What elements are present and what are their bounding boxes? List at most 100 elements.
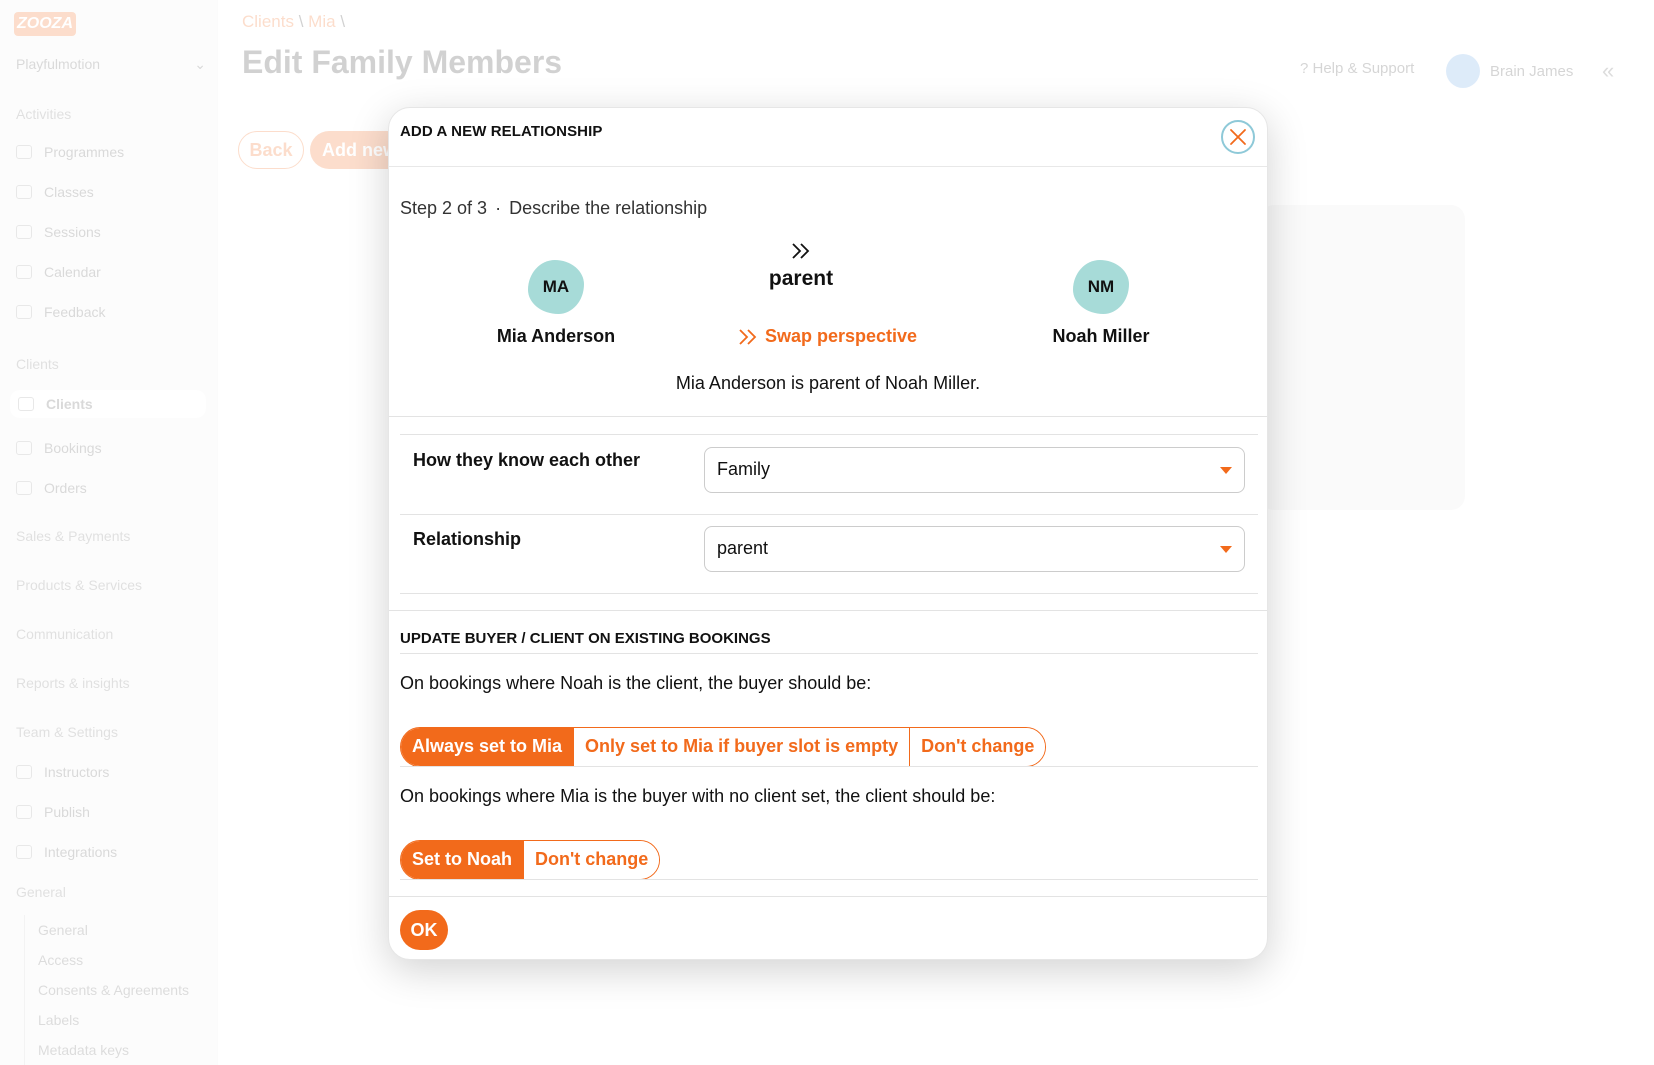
- sidebar-item-programmes[interactable]: Programmes: [16, 144, 124, 160]
- relationship-value: parent: [717, 538, 769, 558]
- step-count: Step 2 of 3: [400, 198, 488, 218]
- client-dont-change-option[interactable]: Don't change: [524, 841, 660, 879]
- how-they-know-label: How they know each other: [413, 450, 641, 470]
- background-card: [1260, 205, 1465, 510]
- back-button[interactable]: Back: [238, 131, 304, 169]
- sidebar-sub-consents[interactable]: Consents & Agreements: [38, 982, 189, 998]
- relationship-label: Relationship: [413, 529, 522, 549]
- buyer-question: On bookings where Noah is the client, th…: [400, 673, 872, 693]
- nav-section-activities: Activities: [16, 106, 72, 122]
- sidebar-item-integrations[interactable]: Integrations: [16, 844, 117, 860]
- avatar: [1446, 54, 1480, 88]
- app-logo: ZOOZA: [14, 12, 76, 36]
- how-they-know-value: Family: [717, 459, 770, 479]
- calendar-icon: [16, 265, 32, 279]
- relationship-display: parent: [676, 242, 926, 291]
- sidebar-sub-general[interactable]: General: [38, 922, 88, 938]
- sessions-icon: [16, 225, 32, 239]
- ok-button[interactable]: OK: [400, 910, 448, 950]
- double-chevron-right-icon: [676, 242, 926, 265]
- step-description: Describe the relationship: [509, 198, 708, 218]
- sidebar-sub-labels[interactable]: Labels: [38, 1012, 79, 1028]
- link-icon: [16, 845, 32, 859]
- breadcrumb-clients[interactable]: Clients: [242, 12, 294, 31]
- sidebar-sub-access[interactable]: Access: [38, 952, 83, 968]
- user-name: Brain James: [1490, 62, 1574, 80]
- folder-icon: [16, 185, 32, 199]
- nav-section-reports[interactable]: Reports & insights: [16, 675, 130, 691]
- divider: [400, 514, 1258, 515]
- caret-down-icon: [1220, 546, 1232, 553]
- swap-perspective-label: Swap perspective: [765, 326, 918, 346]
- programmes-icon: [16, 145, 32, 159]
- buyer-dont-change-option[interactable]: Don't change: [910, 728, 1046, 766]
- sidebar-item-clients[interactable]: Clients: [10, 390, 206, 418]
- set-buyer-if-empty-option[interactable]: Only set to Mia if buyer slot is empty: [574, 728, 911, 766]
- collapse-icon[interactable]: «: [1602, 58, 1614, 84]
- update-bookings-title: UPDATE BUYER / CLIENT ON EXISTING BOOKIN…: [400, 630, 771, 647]
- user-menu[interactable]: Brain James: [1446, 54, 1573, 88]
- sidebar-item-instructors[interactable]: Instructors: [16, 764, 109, 780]
- person-left-name: Mia Anderson: [496, 326, 616, 346]
- nav-section-general: General: [16, 884, 66, 900]
- divider: [400, 593, 1258, 594]
- close-icon: [1230, 129, 1246, 145]
- divider: [389, 896, 1267, 897]
- submenu-line: [24, 915, 25, 1065]
- bookings-icon: [16, 441, 32, 455]
- gift-icon: [16, 481, 32, 495]
- client-option-group: Set to Noah Don't change: [400, 840, 661, 880]
- nav-section-sales[interactable]: Sales & Payments: [16, 528, 130, 544]
- chevron-down-icon: ⌄: [194, 56, 206, 72]
- nav-section-communication[interactable]: Communication: [16, 626, 113, 642]
- org-switcher[interactable]: Playfulmotion ⌄: [16, 56, 206, 72]
- avatar-right: NM: [1073, 260, 1129, 314]
- client-question: On bookings where Mia is the buyer with …: [400, 786, 996, 806]
- cloud-icon: [16, 805, 32, 819]
- close-button[interactable]: [1221, 120, 1255, 154]
- always-set-buyer-option[interactable]: Always set to Mia: [401, 728, 575, 766]
- modal-title: ADD A NEW RELATIONSHIP: [400, 123, 603, 140]
- how-they-know-select[interactable]: Family: [704, 447, 1245, 493]
- add-relationship-modal: ADD A NEW RELATIONSHIP Step 2 of 3 · Descr…: [388, 107, 1268, 960]
- nav-section-products[interactable]: Products & Services: [16, 577, 142, 593]
- sidebar-item-publish[interactable]: Publish: [16, 804, 90, 820]
- buyer-option-group: Always set to Mia Only set to Mia if buy…: [400, 727, 1047, 767]
- double-chevron-swap-icon: [739, 328, 757, 345]
- sidebar-item-sessions[interactable]: Sessions: [16, 224, 101, 240]
- divider: [400, 879, 1258, 880]
- sidebar-item-calendar[interactable]: Calendar: [16, 264, 101, 280]
- caret-down-icon: [1220, 467, 1232, 474]
- breadcrumb: Clients \ Mia \: [242, 12, 346, 31]
- nav-section-clients: Clients: [16, 356, 59, 372]
- sidebar-item-bookings[interactable]: Bookings: [16, 440, 102, 456]
- step-indicator: Step 2 of 3 · Describe the relationship: [400, 198, 708, 218]
- page-title: Edit Family Members: [242, 44, 563, 80]
- relationship-sentence: Mia Anderson is parent of Noah Miller.: [675, 373, 981, 393]
- org-name: Playfulmotion: [16, 56, 101, 72]
- modal-header: ADD A NEW RELATIONSHIP: [389, 108, 1267, 167]
- relationship-select[interactable]: parent: [704, 526, 1245, 572]
- divider: [389, 610, 1267, 611]
- swap-perspective-button[interactable]: Swap perspective: [737, 326, 917, 347]
- divider: [400, 766, 1258, 767]
- nav-section-team: Team & Settings: [16, 724, 118, 740]
- sidebar-item-orders[interactable]: Orders: [16, 480, 87, 496]
- avatar-left: MA: [528, 260, 584, 314]
- person-left: MA Mia Anderson: [456, 260, 656, 347]
- help-support-link[interactable]: ? Help & Support: [1300, 60, 1414, 77]
- feedback-icon: [16, 305, 32, 319]
- set-client-option[interactable]: Set to Noah: [401, 841, 525, 879]
- divider: [389, 416, 1267, 417]
- divider: [400, 434, 1258, 435]
- breadcrumb-mia[interactable]: Mia: [308, 12, 335, 31]
- sidebar-item-feedback[interactable]: Feedback: [16, 304, 105, 320]
- relationship-word: parent: [768, 267, 834, 290]
- person-right: NM Noah Miller: [1001, 260, 1201, 347]
- sidebar: ZOOZA Playfulmotion ⌄ Activities Program…: [0, 0, 218, 1065]
- divider: [400, 653, 1258, 654]
- sidebar-item-classes[interactable]: Classes: [16, 184, 94, 200]
- sidebar-sub-metadata[interactable]: Metadata keys: [38, 1042, 129, 1058]
- clients-icon: [18, 397, 34, 411]
- person-right-name: Noah Miller: [1052, 326, 1150, 346]
